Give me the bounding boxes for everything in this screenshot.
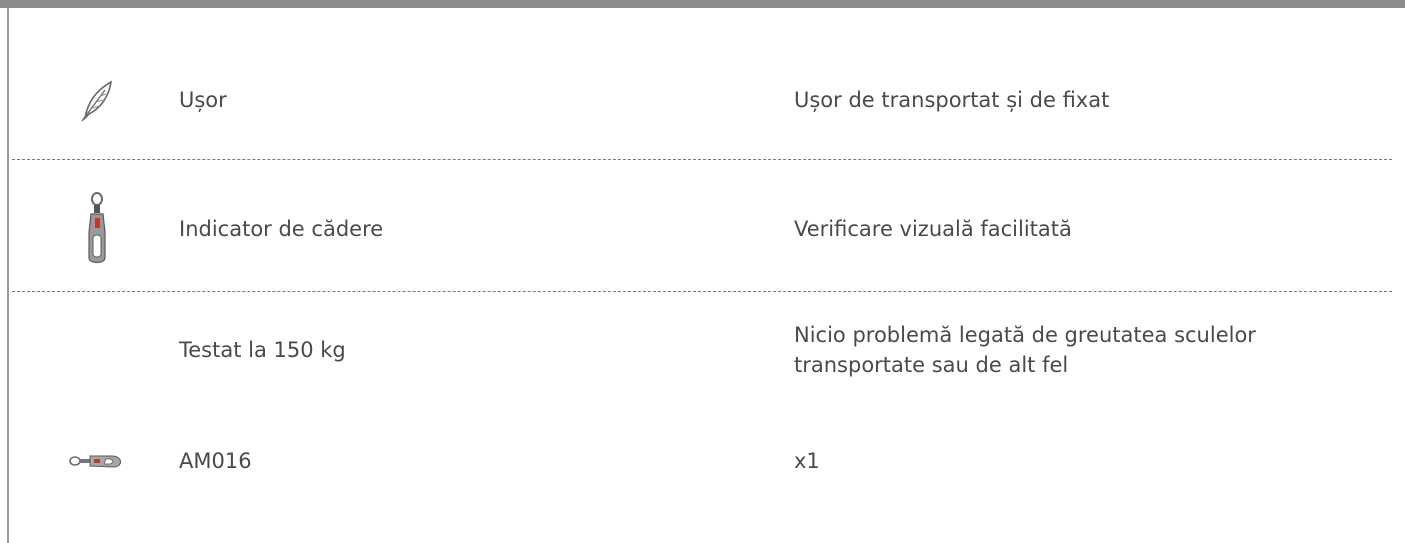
feature-row-am016: AM016 x1: [12, 436, 1392, 486]
benefit-label: Ușor de transportat și de fixat: [794, 88, 1110, 112]
feature-label: Ușor: [179, 88, 227, 112]
benefit-label: x1: [794, 449, 820, 473]
benefit-label: Nicio problemă legată de greutatea scule…: [794, 323, 1256, 377]
fall-indicator-hook-icon: [52, 186, 142, 272]
feature-label: AM016: [179, 449, 252, 473]
feature-row-lightweight: Ușor Ușor de transportat și de fixat: [12, 58, 1392, 142]
left-rule: [7, 8, 9, 543]
feature-row-fall-indicator: Indicator de cădere Verificare vizuală f…: [12, 186, 1392, 272]
feature-row-tested-150kg: Testat la 150 kg Nicio problemă legată d…: [12, 310, 1392, 390]
benefit-label: Verificare vizuală facilitată: [794, 217, 1072, 241]
row-divider: [12, 291, 1392, 292]
feature-label: Testat la 150 kg: [179, 338, 346, 362]
feature-label: Indicator de cădere: [179, 217, 384, 241]
row-divider: [12, 159, 1392, 160]
feather-icon: [52, 58, 142, 142]
feature-table-page: Ușor Ușor de transportat și de fixat Ind…: [0, 0, 1405, 543]
top-bar: [0, 0, 1405, 8]
snap-hook-icon: [52, 436, 142, 486]
